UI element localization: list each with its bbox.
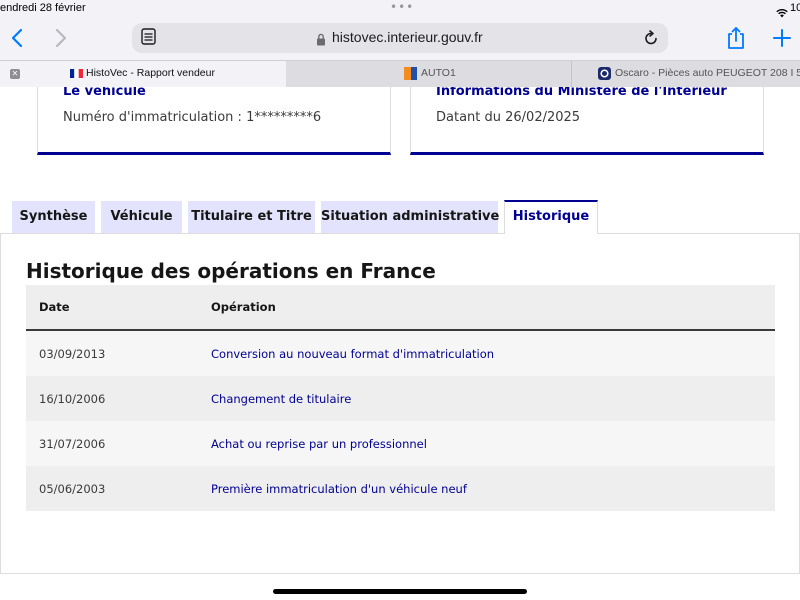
status-time: endredi 28 février [0, 2, 86, 14]
reader-tabs-icon[interactable] [141, 28, 157, 46]
auto1-logo-icon [404, 67, 417, 83]
row-date: 05/06/2003 [39, 482, 106, 496]
tab-synthese[interactable]: Synthèse [12, 201, 95, 233]
row-operation: Première immatriculation d'un véhicule n… [211, 482, 467, 496]
table-row: 05/06/2003 Première immatriculation d'un… [26, 466, 775, 511]
reload-icon[interactable] [643, 29, 659, 51]
ministry-card: Informations du Ministère de l'Intérieur… [410, 87, 764, 155]
row-date: 03/09/2013 [39, 347, 106, 361]
vehicle-card: Le véhicule Numéro d'immatriculation : 1… [37, 87, 391, 155]
row-date: 31/07/2006 [39, 437, 106, 451]
table-row: 03/09/2013 Conversion au nouveau format … [26, 331, 775, 376]
battery-level: 10 [790, 2, 800, 14]
tab-situation-administrative[interactable]: Situation administrative [321, 201, 499, 233]
history-table: Date Opération 03/09/2013 Conversion au … [26, 285, 775, 511]
browser-tab-histovec[interactable]: ✕ HistoVec - Rapport vendeur [0, 61, 286, 87]
new-tab-icon[interactable] [772, 26, 792, 54]
column-header-date: Date [39, 300, 70, 314]
url-text[interactable]: histovec.interieur.gouv.fr [332, 29, 483, 45]
row-date: 16/10/2006 [39, 392, 106, 406]
ministry-card-title: Informations du Ministère de l'Intérieur [436, 87, 727, 99]
browser-tab-strip: ✕ HistoVec - Rapport vendeur AUTO1 Oscar… [0, 60, 800, 88]
status-bar: endredi 28 février ••• 10 [0, 0, 800, 18]
tab-historique[interactable]: Historique [504, 200, 598, 234]
browser-tab-auto1[interactable]: AUTO1 [287, 61, 571, 87]
home-indicator[interactable] [273, 589, 527, 594]
address-bar[interactable]: histovec.interieur.gouv.fr [132, 23, 668, 53]
registration-number: Numéro d'immatriculation : 1*********6 [63, 110, 322, 125]
multitask-dots-icon[interactable]: ••• [390, 0, 414, 14]
browser-toolbar: histovec.interieur.gouv.fr [0, 18, 800, 60]
browser-tab-label: AUTO1 [421, 67, 456, 79]
back-icon[interactable] [8, 26, 28, 50]
forward-icon[interactable] [50, 26, 70, 50]
close-tab-icon[interactable]: ✕ [10, 69, 20, 79]
browser-tab-label: HistoVec - Rapport vendeur [86, 67, 215, 79]
browser-tab-oscaro[interactable]: Oscaro - Pièces auto PEUGEOT 208 I 5 [572, 61, 800, 87]
tab-titulaire-et-titre[interactable]: Titulaire et Titre [188, 201, 315, 233]
page-content: Le véhicule Numéro d'immatriculation : 1… [0, 87, 800, 600]
vehicle-card-title: Le véhicule [63, 87, 146, 99]
history-title: Historique des opérations en France [26, 259, 436, 283]
ministry-date: Datant du 26/02/2025 [436, 110, 581, 125]
oscaro-logo-icon [598, 67, 611, 83]
history-panel: Historique des opérations en France Date… [0, 233, 800, 574]
row-operation: Conversion au nouveau format d'immatricu… [211, 347, 495, 361]
share-icon[interactable] [726, 26, 746, 54]
lock-icon [316, 31, 326, 50]
row-operation: Achat ou reprise par un professionnel [211, 437, 427, 451]
table-row: 31/07/2006 Achat ou reprise par un profe… [26, 421, 775, 466]
french-flag-icon [70, 69, 83, 81]
table-header: Date Opération [26, 285, 775, 331]
report-tabs: Synthèse Véhicule Titulaire et Titre Sit… [0, 200, 800, 234]
row-operation: Changement de titulaire [211, 392, 352, 406]
table-row: 16/10/2006 Changement de titulaire [26, 376, 775, 421]
browser-tab-label: Oscaro - Pièces auto PEUGEOT 208 I 5 [615, 67, 800, 79]
tab-vehicule[interactable]: Véhicule [101, 201, 182, 233]
column-header-operation: Opération [211, 300, 276, 314]
